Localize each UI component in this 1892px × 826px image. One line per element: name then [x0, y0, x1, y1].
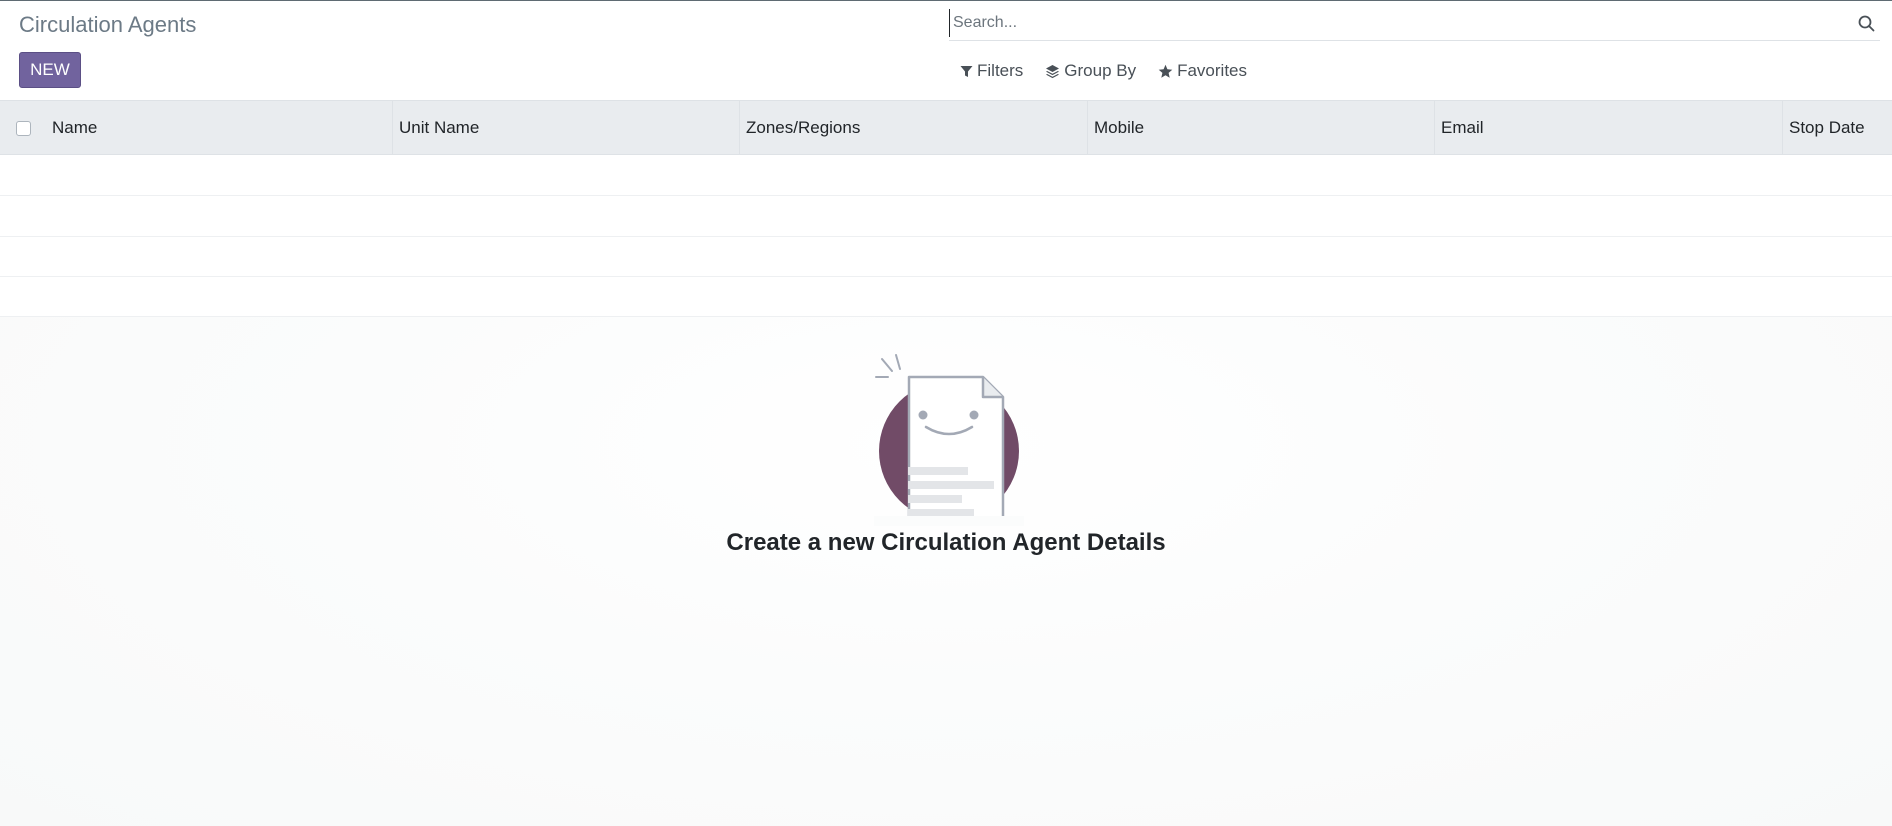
select-all-cell [0, 101, 46, 155]
search-bar [949, 9, 1880, 41]
favorites-label: Favorites [1177, 61, 1248, 80]
table-row [0, 197, 1892, 237]
group-by-toggle[interactable]: Group By [1045, 61, 1136, 81]
table-row [0, 156, 1892, 196]
search-input[interactable] [949, 9, 1829, 37]
filters-label: Filters [977, 61, 1024, 80]
table-row [0, 277, 1892, 317]
column-header-email[interactable]: Email [1434, 101, 1782, 155]
layers-icon [1045, 64, 1060, 79]
column-header-unit-name[interactable]: Unit Name [392, 101, 739, 155]
new-button[interactable]: NEW [19, 52, 81, 88]
column-header-mobile[interactable]: Mobile [1087, 101, 1434, 155]
filter-icon [960, 65, 973, 78]
filters-toggle[interactable]: Filters [960, 61, 1023, 81]
search-options: Filters Group By Favorites [960, 59, 1247, 83]
control-panel: Circulation Agents NEW Filters [0, 1, 1892, 100]
empty-state-title: Create a new Circulation Agent Details [726, 529, 1166, 556]
star-icon [1158, 64, 1173, 79]
smiling-document-icon [874, 351, 1024, 526]
search-icon[interactable] [1856, 13, 1876, 33]
column-header-name[interactable]: Name [46, 101, 392, 155]
table-row [0, 237, 1892, 277]
column-header-stop-date[interactable]: Stop Date [1782, 101, 1892, 155]
page-title: Circulation Agents [19, 12, 197, 37]
column-header-zones-regions[interactable]: Zones/Regions [739, 101, 1087, 155]
list-view: Circulation Agents NEW Filters [0, 0, 1892, 826]
group-by-label: Group By [1064, 61, 1137, 80]
select-all-checkbox[interactable] [15, 120, 31, 136]
favorites-toggle[interactable]: Favorites [1158, 61, 1247, 81]
table-header: Name Unit Name Zones/Regions Mobile Emai… [0, 100, 1892, 155]
